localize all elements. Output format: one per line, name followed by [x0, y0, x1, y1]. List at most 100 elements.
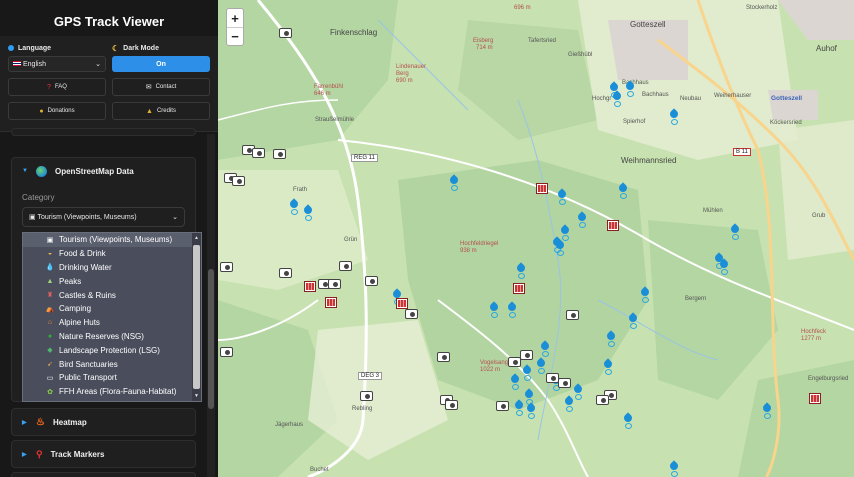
- category-option[interactable]: ⛺ Camping: [23, 302, 201, 316]
- castle-marker-icon[interactable]: [536, 183, 548, 194]
- water-marker-icon[interactable]: [303, 206, 313, 221]
- map-view[interactable]: + − Finkenschlag Gotteszell Stockerholz …: [218, 0, 854, 477]
- camera-marker-icon[interactable]: [520, 350, 533, 360]
- dropdown-scrollbar[interactable]: ▲ ▼: [192, 233, 201, 401]
- track-markers-section-header[interactable]: ▶ ⚲ Track Markers: [12, 441, 195, 467]
- camera-icon: ▣: [29, 214, 36, 221]
- contact-button[interactable]: ✉ Contact: [112, 78, 210, 96]
- sidebar-scrollbar[interactable]: [207, 134, 215, 477]
- camera-marker-icon[interactable]: [339, 261, 352, 271]
- castle-marker-icon[interactable]: [607, 220, 619, 231]
- track-markers-section[interactable]: ▶ ⚲ Track Markers: [11, 440, 196, 468]
- water-marker-icon[interactable]: [669, 110, 679, 125]
- castle-marker-icon[interactable]: [513, 283, 525, 294]
- scroll-up-icon[interactable]: ▲: [194, 235, 199, 241]
- sidebar-scroll-thumb[interactable]: [208, 269, 214, 409]
- dark-mode-toggle[interactable]: On: [112, 56, 210, 72]
- camera-marker-icon[interactable]: [220, 262, 233, 272]
- category-select[interactable]: ▣ Tourism (Viewpoints, Museums) ⌄: [22, 207, 185, 227]
- category-option-label: Public Transport: [59, 373, 117, 383]
- camera-marker-icon[interactable]: [279, 28, 292, 38]
- category-option[interactable]: ◒ Food & Drink: [23, 247, 201, 261]
- water-marker-icon[interactable]: [555, 241, 565, 256]
- category-option[interactable]: ▭ Public Transport: [23, 371, 201, 385]
- camera-marker-icon[interactable]: [220, 347, 233, 357]
- water-marker-icon[interactable]: [577, 213, 587, 228]
- water-marker-icon[interactable]: [524, 390, 534, 405]
- camera-marker-icon[interactable]: [437, 352, 450, 362]
- category-option[interactable]: ▲ Peaks: [23, 274, 201, 288]
- camera-marker-icon[interactable]: [328, 279, 341, 289]
- castle-marker-icon[interactable]: [396, 298, 408, 309]
- camera-marker-icon[interactable]: [445, 400, 458, 410]
- category-dropdown[interactable]: ▣ Tourism (Viewpoints, Museums) ◒ Food & Dr…: [22, 232, 202, 402]
- water-marker-icon[interactable]: [573, 385, 583, 400]
- water-marker-icon[interactable]: [623, 414, 633, 429]
- donations-button[interactable]: ● Donations: [8, 102, 106, 120]
- camera-marker-icon[interactable]: [405, 309, 418, 319]
- dropdown-scroll-thumb[interactable]: [193, 245, 200, 389]
- osm-section-header[interactable]: ▼ OpenStreetMap Data: [12, 158, 195, 184]
- category-option[interactable]: ◆ Landscape Protection (LSG): [23, 343, 201, 357]
- language-value: English: [23, 60, 46, 68]
- water-marker-icon[interactable]: [606, 332, 616, 347]
- zoom-out-button[interactable]: −: [227, 27, 243, 45]
- water-marker-icon[interactable]: [557, 190, 567, 205]
- camera-marker-icon[interactable]: [508, 357, 521, 367]
- castle-marker-icon[interactable]: [325, 297, 337, 308]
- category-option[interactable]: ⌂ Alpine Huts: [23, 316, 201, 330]
- water-marker-icon[interactable]: [536, 359, 546, 374]
- camera-marker-icon[interactable]: [596, 395, 609, 405]
- camera-marker-icon[interactable]: [558, 378, 571, 388]
- scroll-down-icon[interactable]: ▼: [194, 393, 199, 399]
- water-marker-icon[interactable]: [618, 184, 628, 199]
- water-marker-icon[interactable]: [730, 225, 740, 240]
- water-marker-icon[interactable]: [514, 401, 524, 416]
- water-marker-icon[interactable]: [522, 366, 532, 381]
- water-marker-icon[interactable]: [640, 288, 650, 303]
- water-marker-icon[interactable]: [516, 264, 526, 279]
- water-marker-icon[interactable]: [540, 342, 550, 357]
- camera-marker-icon[interactable]: [279, 268, 292, 278]
- category-option[interactable]: ▣ Tourism (Viewpoints, Museums): [23, 233, 201, 247]
- faq-button[interactable]: ? FAQ: [8, 78, 106, 96]
- zoom-in-button[interactable]: +: [227, 9, 243, 27]
- water-marker-icon[interactable]: [628, 314, 638, 329]
- camera-marker-icon[interactable]: [360, 391, 373, 401]
- heatmap-section[interactable]: ▶ ♨ Heatmap: [11, 408, 196, 436]
- category-option[interactable]: ● Nature Reserves (NSG): [23, 330, 201, 344]
- language-select[interactable]: English ⌄: [8, 56, 106, 72]
- water-marker-icon[interactable]: [510, 375, 520, 390]
- camera-marker-icon[interactable]: [252, 148, 265, 158]
- place-label: Rebling: [352, 406, 373, 412]
- water-marker-icon[interactable]: [612, 92, 622, 107]
- water-marker-icon[interactable]: [489, 303, 499, 318]
- water-marker-icon[interactable]: [603, 360, 613, 375]
- credits-button[interactable]: ▲ Credits: [112, 102, 210, 120]
- water-marker-icon[interactable]: [719, 260, 729, 275]
- castle-marker-icon[interactable]: [304, 281, 316, 292]
- heatmap-section-header[interactable]: ▶ ♨ Heatmap: [12, 409, 195, 435]
- camera-marker-icon[interactable]: [496, 401, 509, 411]
- camera-marker-icon[interactable]: [273, 149, 286, 159]
- category-option[interactable]: ✿ FFH Areas (Flora-Fauna-Habitat): [23, 385, 201, 399]
- food-icon: ◒: [47, 250, 53, 258]
- camera-marker-icon[interactable]: [566, 310, 579, 320]
- road-label: DEG 3: [358, 372, 383, 380]
- water-marker-icon[interactable]: [449, 176, 459, 191]
- water-marker-icon[interactable]: [526, 404, 536, 419]
- camera-marker-icon[interactable]: [232, 176, 245, 186]
- water-marker-icon[interactable]: [625, 82, 635, 97]
- category-option[interactable]: ♜ Castles & Ruins: [23, 288, 201, 302]
- category-option[interactable]: ➹ Bird Sanctuaries: [23, 357, 201, 371]
- castle-marker-icon[interactable]: [809, 393, 821, 404]
- camera-marker-icon[interactable]: [365, 276, 378, 286]
- collapsed-triangle-icon: ▶: [22, 419, 27, 426]
- water-marker-icon[interactable]: [669, 462, 679, 477]
- place-label: Lindenauer Berg 690 m: [396, 64, 427, 84]
- water-marker-icon[interactable]: [507, 303, 517, 318]
- water-marker-icon[interactable]: [564, 397, 574, 412]
- water-marker-icon[interactable]: [289, 200, 299, 215]
- category-option[interactable]: 💧 Drinking Water: [23, 261, 201, 275]
- water-marker-icon[interactable]: [762, 404, 772, 419]
